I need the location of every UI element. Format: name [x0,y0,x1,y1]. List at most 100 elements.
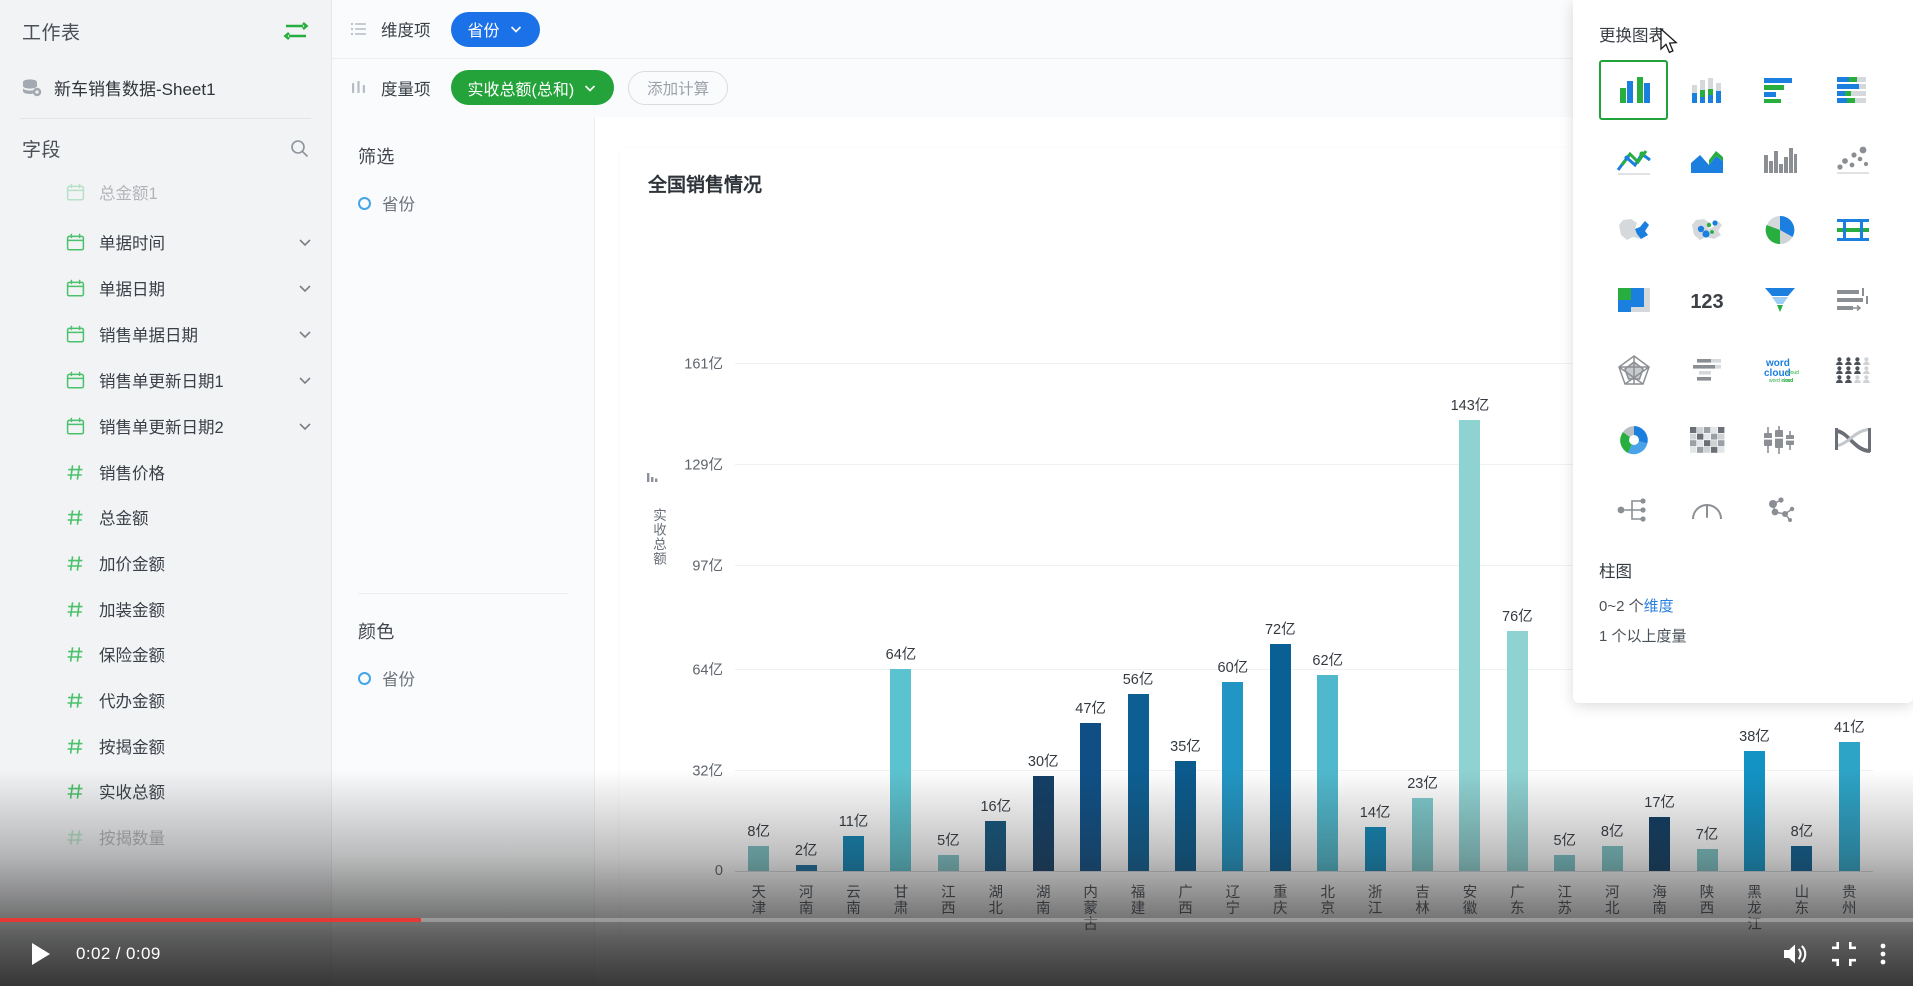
heatmap-chart-icon[interactable] [1672,410,1741,470]
chart-bar[interactable] [985,820,1007,871]
sync-icon[interactable] [283,20,309,42]
chart-bar[interactable] [1412,798,1434,871]
kpi-number-icon[interactable]: 123 [1672,270,1741,330]
funnel-chart-icon[interactable] [1745,270,1814,330]
field-row[interactable]: 销售价格 [0,449,331,495]
collapse-icon[interactable] [1831,941,1857,967]
line-chart-icon[interactable] [1599,130,1668,190]
play-icon[interactable] [26,940,54,968]
field-row[interactable]: 按揭金额 [0,723,331,769]
scatter-chart-icon[interactable] [1818,130,1887,190]
field-row[interactable]: 加价金额 [0,540,331,586]
worksheet-item[interactable]: 新车销售数据-Sheet1 [0,62,331,112]
field-row[interactable]: 总金额1 [0,169,331,215]
change-chart-popup[interactable]: 更换图表 123 word cloud cloud word cloud word 柱图 … [1573,0,1913,703]
bar-value-label: 8亿 [747,823,770,840]
map-region-icon[interactable] [1599,200,1668,260]
chart-bar[interactable] [1554,855,1576,871]
gauge-chart-icon[interactable] [1672,480,1741,540]
field-row[interactable]: 加装金额 [0,586,331,632]
chart-bar[interactable] [1743,751,1765,871]
chart-bar[interactable] [1364,826,1386,871]
field-row[interactable]: 实收总额 [0,768,331,814]
chart-bar[interactable] [1601,845,1623,871]
word-cloud-icon[interactable]: word cloud cloud word cloud word [1745,340,1814,400]
calendar-icon [66,183,85,202]
treemap-chart-icon[interactable] [1599,270,1668,330]
progress-bar-icon[interactable] [1818,270,1887,330]
bar-value-label: 143亿 [1450,397,1490,414]
pictogram-chart-icon[interactable] [1818,340,1887,400]
calendar-icon [66,279,85,298]
chart-bar[interactable] [1459,419,1481,871]
gantt-chart-icon[interactable] [1818,200,1887,260]
chevron-down-icon[interactable] [297,280,313,296]
field-row[interactable]: 按揭数量 [0,814,331,860]
config-panel: 筛选 省份 颜色 省份 [332,117,595,986]
chart-bar[interactable] [1649,817,1671,871]
chevron-down-icon[interactable] [297,418,313,434]
field-row[interactable]: 保险金额 [0,631,331,677]
filter-chip-province[interactable]: 省份 [358,191,568,215]
chart-bar[interactable] [937,855,959,871]
field-row[interactable]: 代办金额 [0,677,331,723]
area-chart-icon[interactable] [1672,130,1741,190]
more-vertical-icon[interactable] [1879,941,1887,967]
volume-icon[interactable] [1781,941,1809,967]
chevron-down-icon[interactable] [297,326,313,342]
histogram-chart-icon[interactable] [1745,130,1814,190]
field-row[interactable]: 总金额 [0,494,331,540]
radar-chart-icon[interactable] [1599,340,1668,400]
chart-bar[interactable] [1080,722,1102,871]
chevron-down-icon[interactable] [297,234,313,250]
chart-bar[interactable] [843,836,865,871]
chart-bar[interactable] [1174,760,1196,871]
donut-chart-icon[interactable] [1599,410,1668,470]
add-calculation-button[interactable]: 添加计算 [628,70,729,105]
field-row[interactable]: 销售单据日期 [0,311,331,357]
video-progress-bar[interactable] [0,918,1913,922]
dimension-link[interactable]: 维度 [1644,598,1674,615]
chart-bar[interactable] [1838,741,1860,871]
dimension-pill-province[interactable]: 省份 [450,11,540,47]
tree-diagram-icon[interactable] [1599,480,1668,540]
stacked-bar-chart-icon[interactable] [1818,60,1887,120]
search-icon[interactable] [290,139,309,158]
chart-bar[interactable] [748,845,770,871]
field-row[interactable]: 单据日期 [0,265,331,311]
calendar-icon [66,233,85,252]
stacked-column-chart-icon[interactable] [1672,60,1741,120]
chart-bar[interactable] [890,669,912,871]
measure-pill-total[interactable]: 实收总额(总和) [450,70,615,105]
chart-bar[interactable] [1222,681,1244,871]
video-time-display: 0:02 / 0:09 [76,944,161,963]
column-chart-icon[interactable] [1599,60,1668,120]
chart-bar[interactable] [1791,845,1813,871]
chevron-down-icon[interactable] [297,372,313,388]
chart-type-grid[interactable]: 123 word cloud cloud word cloud word [1599,60,1887,540]
bullet-chart-icon[interactable] [1672,340,1741,400]
pie-chart-icon[interactable] [1745,200,1814,260]
map-bubble-icon[interactable] [1672,200,1741,260]
box-plot-icon[interactable] [1745,410,1814,470]
chart-bar[interactable] [795,864,817,871]
field-row[interactable]: 单据时间 [0,219,331,265]
measure-shelf-label: 度量项 [381,80,431,99]
color-chip-province[interactable]: 省份 [358,666,568,690]
bar-chart-icon[interactable] [1745,60,1814,120]
chart-bar[interactable] [1032,776,1054,871]
chart-bar[interactable] [1506,631,1528,871]
chart-bar[interactable] [1269,643,1291,871]
network-graph-icon[interactable] [1745,480,1814,540]
y-axis-tick: 64亿 [692,662,723,679]
sankey-chart-icon[interactable] [1818,410,1887,470]
x-axis-tick: 广西 [1178,885,1193,918]
bar-value-label: 5亿 [937,833,960,850]
chart-bar[interactable] [1127,694,1149,871]
chart-bar[interactable] [1317,675,1339,871]
field-row-label: 单据日期 [99,281,165,299]
field-row[interactable]: 销售单更新日期2 [0,403,331,449]
field-row[interactable]: 销售单更新日期1 [0,357,331,403]
chart-bar[interactable] [1696,848,1718,871]
bar-value-label: 30亿 [1027,754,1059,771]
